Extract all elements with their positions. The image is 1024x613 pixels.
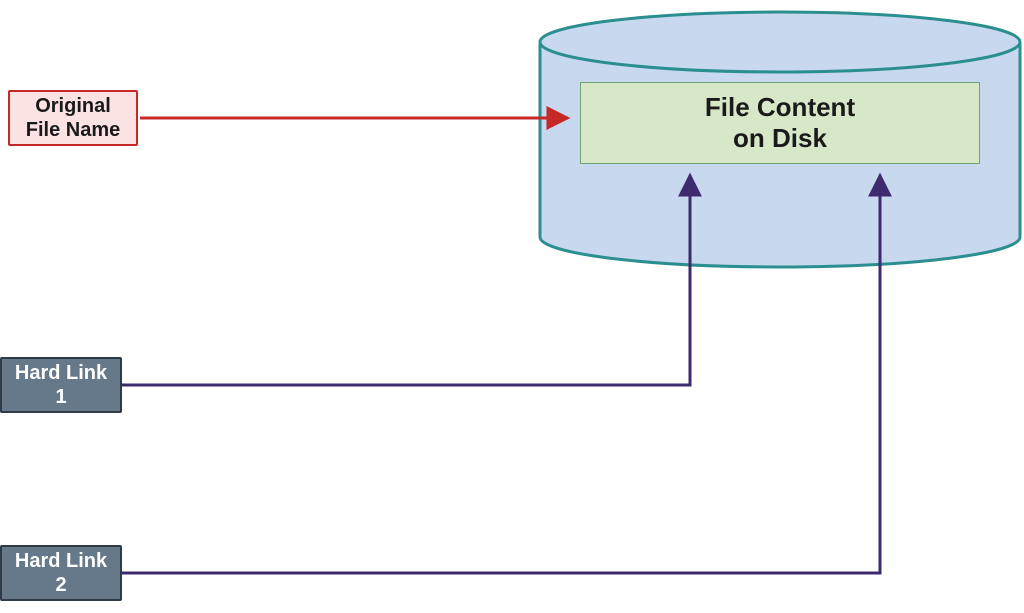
node-file-content: File Content on Disk bbox=[580, 82, 980, 164]
arrow-hardlink1-to-content bbox=[122, 175, 690, 385]
label: Hard Link bbox=[15, 362, 107, 384]
label: Original bbox=[35, 95, 111, 117]
node-hardlink-1: Hard Link 1 bbox=[0, 357, 122, 413]
node-original-file-name: Original File Name bbox=[8, 90, 138, 146]
node-hardlink-2: Hard Link 2 bbox=[0, 545, 122, 601]
arrow-hardlink2-to-content bbox=[122, 175, 880, 573]
label: File Name bbox=[26, 119, 120, 141]
label: 2 bbox=[55, 574, 66, 596]
label: Hard Link bbox=[15, 550, 107, 572]
label: on Disk bbox=[733, 123, 827, 153]
label: 1 bbox=[55, 386, 66, 408]
label: File Content bbox=[705, 92, 855, 122]
